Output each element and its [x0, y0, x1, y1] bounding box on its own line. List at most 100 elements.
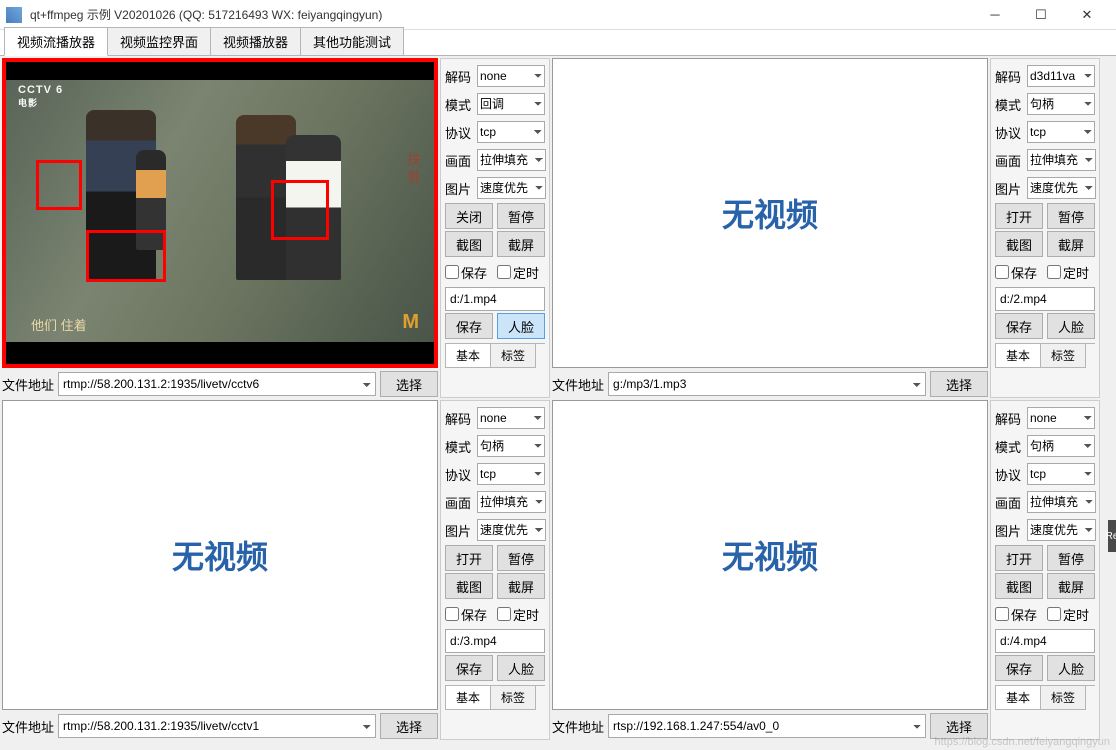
subtab-basic-2[interactable]: 基本 [995, 344, 1041, 368]
proto-select-4[interactable]: tcp [1027, 463, 1095, 485]
control-panel-4: 解码none 模式句柄 协议tcp 画面拉伸填充 图片速度优先 打开暂停 截图截… [990, 400, 1100, 740]
video-display-3[interactable]: 无视频 [2, 400, 438, 710]
video-display-2[interactable]: 无视频 [552, 58, 988, 368]
tab-stream-player[interactable]: 视频流播放器 [4, 27, 108, 56]
snap-button-3[interactable]: 截图 [445, 573, 493, 599]
window-titlebar: qt+ffmpeg 示例 V20201026 (QQ: 517216493 WX… [0, 0, 1116, 30]
subtab-label-4[interactable]: 标签 [1040, 686, 1086, 710]
file-input-4[interactable] [995, 629, 1095, 653]
window-title: qt+ffmpeg 示例 V20201026 (QQ: 517216493 WX… [30, 6, 972, 23]
channel-logo: CCTV 6电影 [18, 84, 63, 109]
subtab-basic-3[interactable]: 基本 [445, 686, 491, 710]
open-button-3[interactable]: 打开 [445, 545, 493, 571]
pause-button-1[interactable]: 暂停 [497, 203, 545, 229]
image-select-2[interactable]: 速度优先 [1027, 177, 1096, 199]
decode-label: 解码 [445, 67, 473, 86]
addr-input-4[interactable]: rtsp://192.168.1.247:554/av0_0 [608, 714, 926, 738]
pause-button-2[interactable]: 暂停 [1047, 203, 1095, 229]
pause-button-3[interactable]: 暂停 [497, 545, 545, 571]
mode-select-3[interactable]: 句柄 [477, 435, 545, 457]
save-check-2[interactable]: 保存 [995, 263, 1043, 282]
decode-select-2[interactable]: d3d11va [1027, 65, 1095, 87]
tab-monitor-ui[interactable]: 视频监控界面 [107, 27, 211, 55]
timer-check-3[interactable]: 定时 [497, 605, 545, 624]
minimize-button[interactable]: ─ [972, 0, 1018, 30]
video-panel-3: 无视频 文件地址 rtmp://58.200.131.2:1935/livetv… [2, 400, 550, 740]
open-button-2[interactable]: 打开 [995, 203, 1043, 229]
proto-select-2[interactable]: tcp [1027, 121, 1095, 143]
close-button[interactable]: ✕ [1064, 0, 1110, 30]
timer-check-1[interactable]: 定时 [497, 263, 545, 282]
addr-input-1[interactable]: rtmp://58.200.131.2:1935/livetv/cctv6 [58, 372, 376, 396]
close-button-1[interactable]: 关闭 [445, 203, 493, 229]
save-button-1[interactable]: 保存 [445, 313, 493, 339]
corner-logo: M [402, 311, 419, 334]
timer-check-4[interactable]: 定时 [1047, 605, 1095, 624]
decode-select-4[interactable]: none [1027, 407, 1095, 429]
save-button-2[interactable]: 保存 [995, 313, 1043, 339]
save-check-4[interactable]: 保存 [995, 605, 1043, 624]
pause-button-4[interactable]: 暂停 [1047, 545, 1095, 571]
subtab-basic-4[interactable]: 基本 [995, 686, 1041, 710]
open-button-4[interactable]: 打开 [995, 545, 1043, 571]
snap-button-2[interactable]: 截图 [995, 231, 1043, 257]
scale-select-2[interactable]: 拉伸填充 [1027, 149, 1096, 171]
mode-select-4[interactable]: 句柄 [1027, 435, 1095, 457]
subtab-label-2[interactable]: 标签 [1040, 344, 1086, 368]
video-display-4[interactable]: 无视频 [552, 400, 988, 710]
addr-input-3[interactable]: rtmp://58.200.131.2:1935/livetv/cctv1 [58, 714, 376, 738]
subtab-basic-1[interactable]: 基本 [445, 344, 491, 368]
image-label: 图片 [445, 179, 473, 198]
select-button-1[interactable]: 选择 [380, 371, 438, 397]
face-button-3[interactable]: 人脸 [497, 655, 545, 681]
addr-label: 文件地址 [2, 375, 54, 394]
select-button-3[interactable]: 选择 [380, 713, 438, 739]
timer-check-2[interactable]: 定时 [1047, 263, 1095, 282]
proto-select-3[interactable]: tcp [477, 463, 545, 485]
tab-other-tests[interactable]: 其他功能测试 [300, 27, 404, 55]
video-right-label: 扶 贫 [404, 152, 424, 184]
right-tab[interactable]: Re [1108, 520, 1116, 552]
proto-select-1[interactable]: tcp [477, 121, 545, 143]
subtab-label-3[interactable]: 标签 [490, 686, 536, 710]
scale-select-4[interactable]: 拉伸填充 [1027, 491, 1096, 513]
record-button-4[interactable]: 截屏 [1047, 573, 1095, 599]
maximize-button[interactable]: ☐ [1018, 0, 1064, 30]
video-display-1[interactable]: CCTV 6电影 他们 住着 扶 贫 M [2, 58, 438, 368]
save-check-3[interactable]: 保存 [445, 605, 493, 624]
record-button-3[interactable]: 截屏 [497, 573, 545, 599]
control-panel-3: 解码none 模式句柄 协议tcp 画面拉伸填充 图片速度优先 打开暂停 截图截… [440, 400, 550, 740]
addr-label: 文件地址 [2, 717, 54, 736]
decode-select-3[interactable]: none [477, 407, 545, 429]
control-panel-1: 解码none 模式回调 协议tcp 画面拉伸填充 图片速度优先 关闭暂停 截图截… [440, 58, 550, 398]
record-button-1[interactable]: 截屏 [497, 231, 545, 257]
save-button-3[interactable]: 保存 [445, 655, 493, 681]
save-button-4[interactable]: 保存 [995, 655, 1043, 681]
scale-select-1[interactable]: 拉伸填充 [477, 149, 546, 171]
proto-label: 协议 [445, 123, 473, 142]
select-button-2[interactable]: 选择 [930, 371, 988, 397]
video-panel-4: 无视频 文件地址 rtsp://192.168.1.247:554/av0_0 … [552, 400, 1100, 740]
subtab-label-1[interactable]: 标签 [490, 344, 536, 368]
snap-button-4[interactable]: 截图 [995, 573, 1043, 599]
image-select-3[interactable]: 速度优先 [477, 519, 546, 541]
file-input-1[interactable] [445, 287, 545, 311]
addr-input-2[interactable]: g:/mp3/1.mp3 [608, 372, 926, 396]
face-button-2[interactable]: 人脸 [1047, 313, 1095, 339]
image-select-1[interactable]: 速度优先 [477, 177, 546, 199]
image-select-4[interactable]: 速度优先 [1027, 519, 1096, 541]
save-check-1[interactable]: 保存 [445, 263, 493, 282]
file-input-3[interactable] [445, 629, 545, 653]
decode-select-1[interactable]: none [477, 65, 545, 87]
face-button-1[interactable]: 人脸 [497, 313, 545, 339]
tab-video-player[interactable]: 视频播放器 [210, 27, 301, 55]
scale-select-3[interactable]: 拉伸填充 [477, 491, 546, 513]
snap-button-1[interactable]: 截图 [445, 231, 493, 257]
record-button-2[interactable]: 截屏 [1047, 231, 1095, 257]
file-input-2[interactable] [995, 287, 1095, 311]
mode-select-1[interactable]: 回调 [477, 93, 545, 115]
mode-select-2[interactable]: 句柄 [1027, 93, 1095, 115]
face-button-4[interactable]: 人脸 [1047, 655, 1095, 681]
addr-label: 文件地址 [552, 375, 604, 394]
video-panel-1: CCTV 6电影 他们 住着 扶 贫 M 文件地址 rtmp://58.200.… [2, 58, 550, 398]
